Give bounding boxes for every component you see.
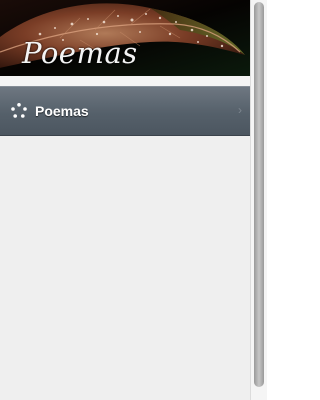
app-viewport: Poemas Poemas › xyxy=(0,0,250,400)
nav-item-poemas[interactable]: Poemas › xyxy=(0,86,250,136)
nav-item-label: Poemas xyxy=(35,103,89,119)
vertical-scrollbar[interactable] xyxy=(250,0,267,400)
header-banner: Poemas xyxy=(0,0,250,76)
scrollbar-thumb[interactable] xyxy=(254,2,264,387)
banner-spacer xyxy=(0,76,250,86)
chevron-right-icon: › xyxy=(238,103,242,117)
loading-dots-icon xyxy=(10,102,28,120)
content-area xyxy=(0,136,250,400)
banner-title: Poemas xyxy=(22,36,138,70)
